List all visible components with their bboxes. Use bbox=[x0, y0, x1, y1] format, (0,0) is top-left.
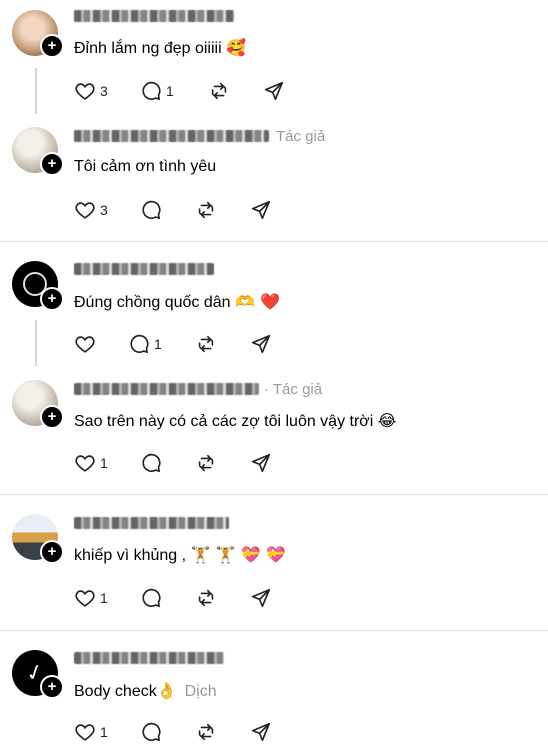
thread-line bbox=[35, 320, 37, 366]
reply-button[interactable]: 1 bbox=[140, 79, 174, 103]
comment-text-body: Tôi cảm ơn tình yêu bbox=[74, 158, 217, 175]
follow-plus-icon[interactable]: + bbox=[40, 34, 64, 58]
follow-plus-icon[interactable]: + bbox=[40, 287, 64, 311]
share-button[interactable] bbox=[250, 451, 272, 475]
follow-plus-icon[interactable]: + bbox=[40, 405, 64, 429]
divider bbox=[0, 241, 548, 242]
heart-icon bbox=[75, 724, 95, 741]
username[interactable] bbox=[74, 517, 229, 529]
repost-button[interactable] bbox=[195, 586, 217, 610]
comment-text: Đỉnh lắm ng đẹp oiiiii 🥰 bbox=[74, 38, 246, 58]
comment-text: Đúng chồng quốc dân 🫶 ❤️ bbox=[74, 292, 280, 312]
like-button[interactable]: 3 bbox=[74, 198, 108, 222]
comment-text-body: khiếp vì khủng , bbox=[74, 547, 187, 564]
share-button[interactable] bbox=[250, 332, 272, 356]
like-button[interactable]: 1 bbox=[74, 586, 108, 610]
send-icon bbox=[251, 334, 271, 354]
comment-emoji: 🏋 🏋 💝 💝 bbox=[190, 545, 286, 564]
comment-icon bbox=[142, 722, 161, 742]
comment-text-body: Đúng chồng quốc dân bbox=[74, 294, 231, 311]
share-button[interactable] bbox=[250, 586, 272, 610]
author-badge: Tác giả bbox=[276, 128, 326, 145]
repost-icon bbox=[198, 335, 214, 353]
comment-emoji: 👌 bbox=[156, 681, 177, 700]
like-button[interactable]: 1 bbox=[74, 720, 108, 744]
username[interactable] bbox=[74, 652, 224, 664]
comment-text: Body check👌 Dịch bbox=[74, 681, 217, 701]
like-count: 3 bbox=[100, 202, 108, 218]
username[interactable] bbox=[74, 130, 269, 142]
reply-button[interactable] bbox=[140, 451, 162, 475]
repost-button[interactable] bbox=[195, 451, 217, 475]
comment-emoji: 😂 bbox=[377, 411, 397, 430]
reply-count: 1 bbox=[154, 336, 162, 352]
comment-icon bbox=[142, 200, 161, 220]
repost-button[interactable] bbox=[195, 720, 217, 744]
heart-icon bbox=[75, 336, 95, 353]
divider bbox=[0, 494, 548, 495]
comment-icon bbox=[142, 81, 161, 101]
repost-icon bbox=[198, 201, 214, 219]
repost-button[interactable] bbox=[195, 332, 217, 356]
comment-icon bbox=[142, 588, 161, 608]
author-badge: · Tác giả bbox=[264, 381, 323, 398]
follow-plus-icon[interactable]: + bbox=[40, 152, 64, 176]
reply-button[interactable] bbox=[140, 720, 162, 744]
follow-plus-icon[interactable]: + bbox=[40, 675, 64, 699]
send-icon bbox=[251, 722, 271, 742]
divider bbox=[0, 630, 548, 631]
repost-icon bbox=[211, 82, 227, 100]
comment-text-body: Sao trên này có cả các zợ tôi luôn vậy t… bbox=[74, 413, 374, 430]
like-button[interactable] bbox=[74, 332, 96, 356]
like-count: 1 bbox=[100, 590, 108, 606]
comment-text: Tôi cảm ơn tình yêu bbox=[74, 158, 216, 176]
comment-emoji: 🥰 bbox=[226, 38, 247, 57]
send-icon bbox=[251, 453, 271, 473]
username[interactable] bbox=[74, 10, 234, 22]
comment-text: Sao trên này có cả các zợ tôi luôn vậy t… bbox=[74, 411, 397, 431]
like-count: 1 bbox=[100, 724, 108, 740]
reply-button[interactable] bbox=[140, 586, 162, 610]
heart-icon bbox=[75, 202, 95, 219]
repost-icon bbox=[198, 723, 214, 741]
share-button[interactable] bbox=[250, 720, 272, 744]
comment-text-body: Body check bbox=[74, 683, 157, 700]
repost-icon bbox=[198, 589, 214, 607]
heart-icon bbox=[75, 590, 95, 607]
send-icon bbox=[251, 200, 271, 220]
like-button[interactable]: 1 bbox=[74, 451, 108, 475]
send-icon bbox=[264, 81, 284, 101]
comment-text-body: Đỉnh lắm ng đẹp oiiiii bbox=[74, 40, 222, 57]
like-count: 1 bbox=[100, 455, 108, 471]
comment-icon bbox=[142, 453, 161, 473]
share-button[interactable] bbox=[263, 79, 285, 103]
heart-icon bbox=[75, 455, 95, 472]
repost-icon bbox=[198, 454, 214, 472]
share-button[interactable] bbox=[250, 198, 272, 222]
like-count: 3 bbox=[100, 83, 108, 99]
send-icon bbox=[251, 588, 271, 608]
comment-text: khiếp vì khủng , 🏋 🏋 💝 💝 bbox=[74, 545, 285, 565]
like-button[interactable]: 3 bbox=[74, 79, 108, 103]
follow-plus-icon[interactable]: + bbox=[40, 540, 64, 564]
reply-button[interactable]: 1 bbox=[128, 332, 162, 356]
translate-link[interactable]: Dịch bbox=[185, 683, 217, 700]
repost-button[interactable] bbox=[195, 198, 217, 222]
comment-emoji: 🫶 ❤️ bbox=[235, 292, 280, 311]
reply-count: 1 bbox=[166, 83, 174, 99]
reply-button[interactable] bbox=[140, 198, 162, 222]
heart-icon bbox=[75, 83, 95, 100]
thread-line bbox=[35, 68, 37, 114]
repost-button[interactable] bbox=[208, 79, 230, 103]
username[interactable] bbox=[74, 263, 214, 275]
username[interactable] bbox=[74, 383, 259, 395]
comment-icon bbox=[130, 334, 149, 354]
